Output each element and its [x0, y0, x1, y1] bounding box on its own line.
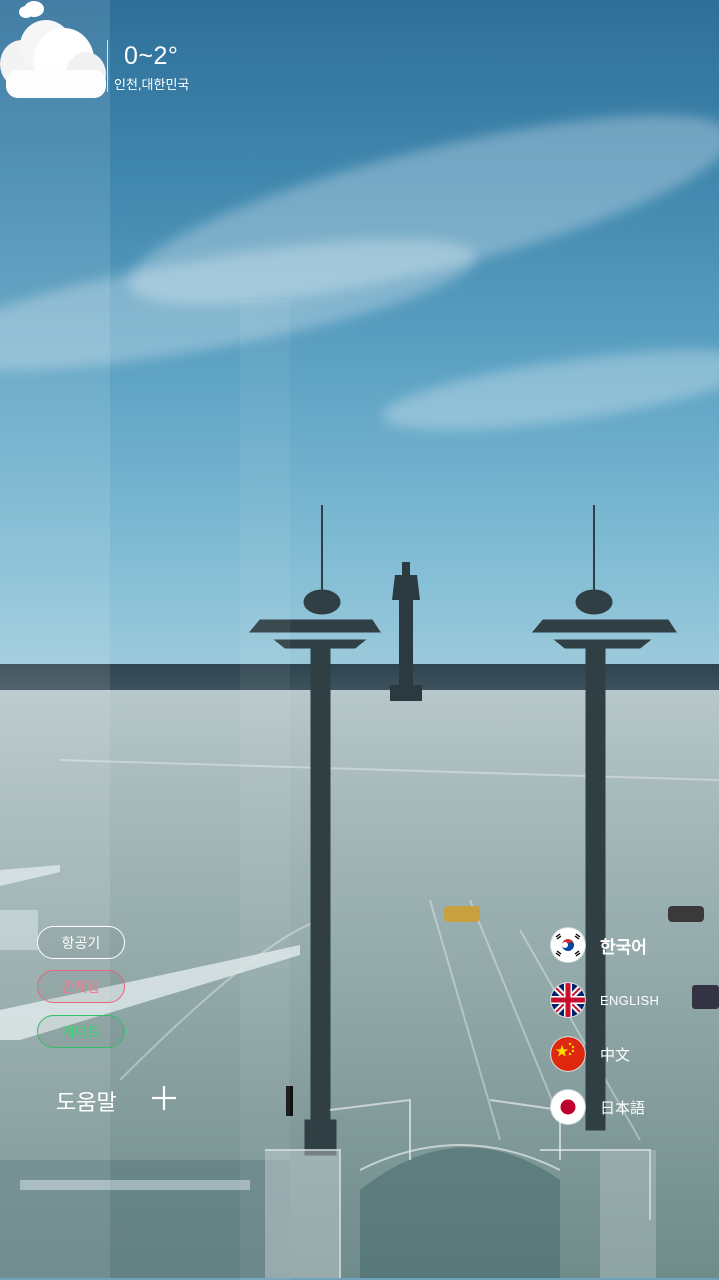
language-english-option[interactable]: ENGLISH [551, 982, 659, 1018]
language-english-label: ENGLISH [600, 992, 660, 1008]
language-japanese-label: 日本語 [600, 1099, 646, 1117]
help-button[interactable]: 도움말 [56, 1085, 117, 1117]
filter-aircraft-label: 항공기 [61, 934, 101, 951]
glass-reflection [240, 300, 290, 1280]
temperature-text: 0~2° [124, 42, 179, 70]
filter-tower-button[interactable]: 관제탑 [37, 970, 125, 1003]
weather-widget: 0~2° 인천,대한민국 [0, 0, 210, 110]
language-korean-option[interactable]: 한국어 [551, 927, 647, 963]
location-text: 인천,대한민국 [114, 77, 190, 92]
filter-gate-button[interactable]: 게이트 [37, 1015, 125, 1048]
language-chinese-label: 中文 [600, 1046, 631, 1064]
filter-tower-label: 관제탑 [61, 978, 101, 995]
language-chinese-option[interactable]: 中文 [551, 1036, 630, 1072]
language-japanese-option[interactable]: 日本語 [551, 1089, 645, 1125]
korea-flag-icon [551, 928, 585, 962]
japan-flag-icon [551, 1090, 585, 1124]
plus-icon[interactable] [150, 1084, 178, 1112]
filter-gate-label: 게이트 [61, 1023, 101, 1040]
cloud-icon [0, 1, 106, 98]
language-korean-label: 한국어 [600, 937, 647, 957]
filter-aircraft-button[interactable]: 항공기 [37, 926, 125, 959]
weather-divider [107, 40, 108, 92]
uk-flag-icon [551, 983, 585, 1017]
china-flag-icon [551, 1037, 585, 1071]
